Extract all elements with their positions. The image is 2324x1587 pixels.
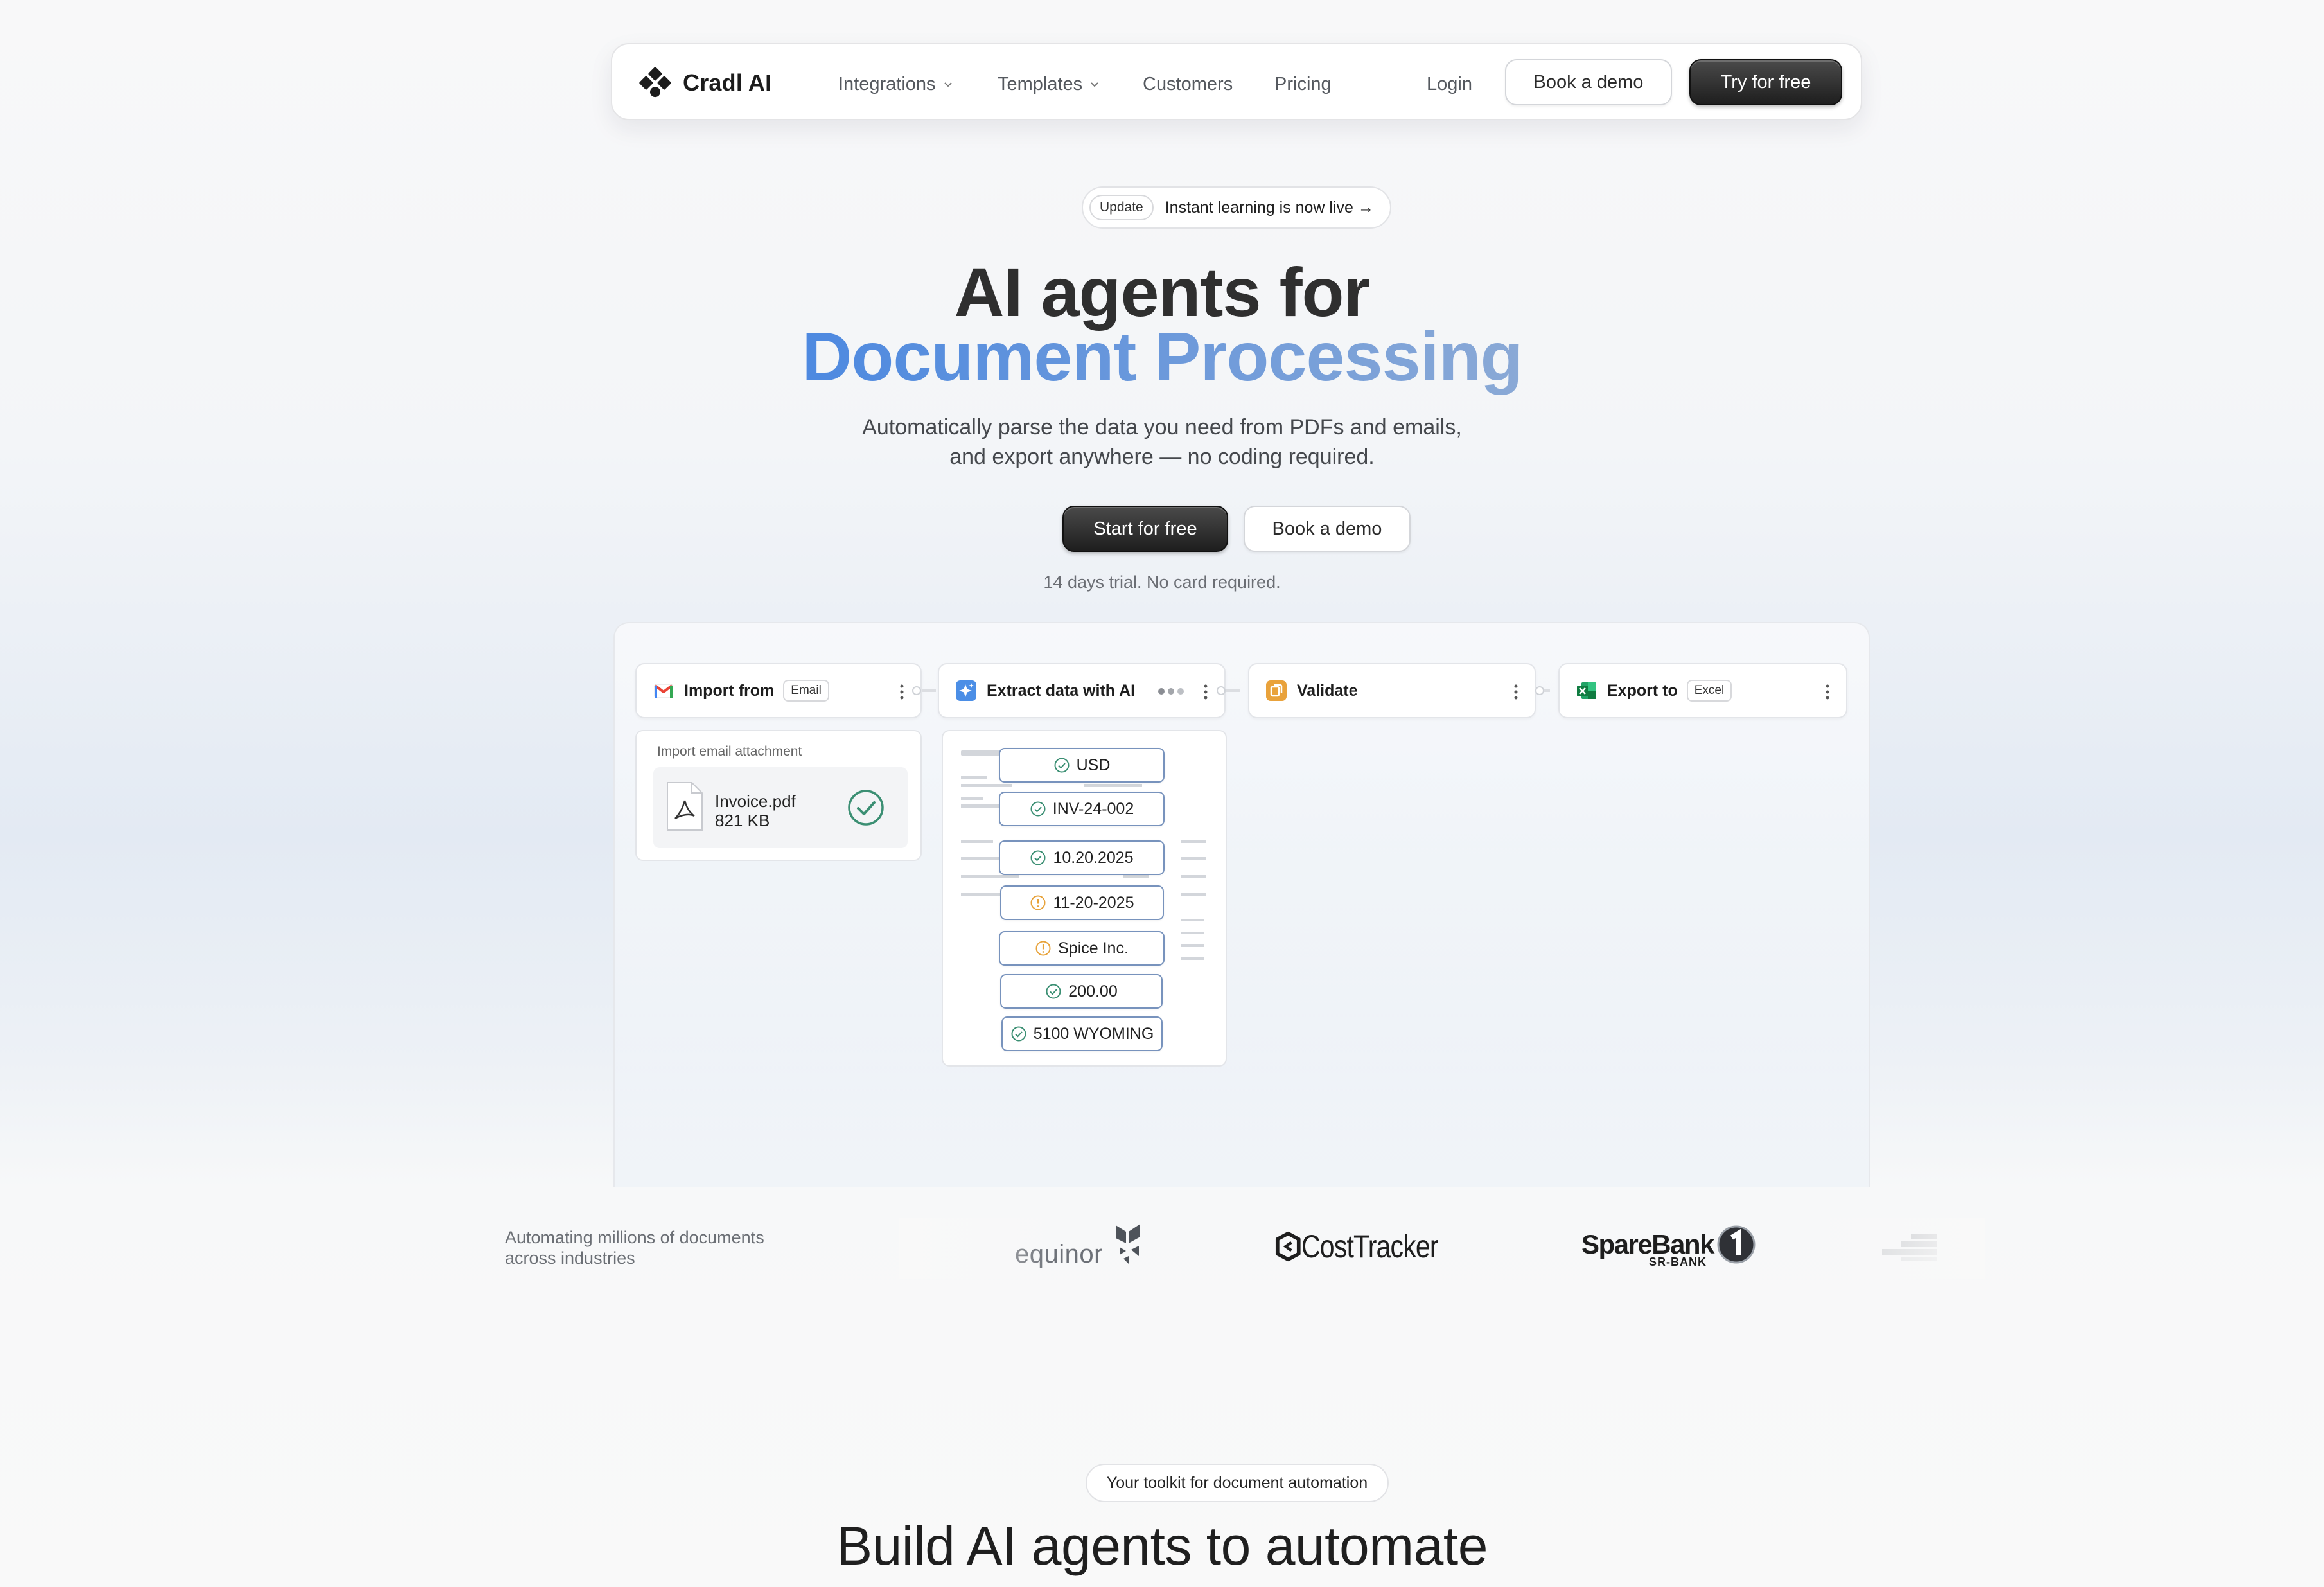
file-info: Invoice.pdf 821 KB xyxy=(715,792,796,830)
connector-dot xyxy=(912,686,921,695)
sparebank-logo: SpareBank SR-BANK xyxy=(1581,1218,1761,1275)
connector-dot xyxy=(1535,686,1544,695)
announcement-pill[interactable]: Update Instant learning is now live → xyxy=(1082,186,1391,229)
hero-subtitle-line2: and export anywhere — no coding required… xyxy=(949,445,1375,469)
extracted-field[interactable]: INV-24-002 xyxy=(999,792,1165,826)
file-size: 821 KB xyxy=(715,811,770,830)
extracted-field[interactable]: USD xyxy=(999,748,1165,783)
extracted-field[interactable]: 11-20-2025 xyxy=(1000,885,1164,920)
brand-name: Cradl AI xyxy=(683,69,772,96)
hero-subtitle: Automatically parse the data you need fr… xyxy=(0,412,2324,472)
nav-templates[interactable]: Templates xyxy=(998,70,1100,98)
chevron-down-icon xyxy=(944,82,952,87)
logo-fade-left xyxy=(899,1218,1053,1279)
connector-dot xyxy=(1217,686,1226,695)
top-navbar: Cradl AI Integrations Templates Customer… xyxy=(611,43,1862,120)
more-options-icon[interactable] xyxy=(1514,684,1518,700)
step-import-label: Import from xyxy=(684,681,775,700)
warning-circle-icon xyxy=(1030,895,1046,910)
connector-line xyxy=(1226,689,1240,692)
logo-caption-line2: across industries xyxy=(505,1248,635,1268)
nav-templates-label: Templates xyxy=(998,73,1083,94)
field-value: 10.20.2025 xyxy=(1053,848,1134,867)
check-circle-icon xyxy=(1046,984,1061,999)
sparkle-icon xyxy=(956,680,976,701)
step-validate[interactable]: Validate xyxy=(1248,663,1536,718)
extracted-field[interactable]: 10.20.2025 xyxy=(999,840,1165,875)
logo-fade-right xyxy=(1818,1218,1985,1279)
nav-customers[interactable]: Customers xyxy=(1143,70,1233,98)
costtracker-logo: CostTracker xyxy=(1275,1218,1468,1275)
costtracker-wordmark: CostTracker xyxy=(1301,1228,1439,1264)
loading-dots-icon xyxy=(1158,688,1184,695)
equinor-symbol-icon xyxy=(1115,1224,1140,1264)
extracted-field[interactable]: 200.00 xyxy=(1000,974,1163,1009)
more-options-icon[interactable] xyxy=(1826,684,1829,700)
step-validate-label: Validate xyxy=(1297,681,1358,700)
field-value: 11-20-2025 xyxy=(1053,893,1134,912)
brand[interactable]: Cradl AI xyxy=(638,64,771,102)
gmail-icon xyxy=(654,684,673,698)
source-tag[interactable]: Email xyxy=(783,680,829,702)
logo-strip-caption: Automating millions of documents across … xyxy=(505,1227,764,1268)
book-demo-button[interactable]: Book a demo xyxy=(1505,59,1672,105)
sr-bank-wordmark: SR-BANK xyxy=(1649,1255,1707,1268)
more-options-icon[interactable] xyxy=(900,684,904,700)
warning-circle-icon xyxy=(1035,941,1051,956)
hero-subtitle-line1: Automatically parse the data you need fr… xyxy=(862,415,1462,439)
hero-book-demo-button[interactable]: Book a demo xyxy=(1244,506,1411,552)
destination-tag[interactable]: Excel xyxy=(1686,680,1732,702)
check-circle-icon xyxy=(1030,850,1046,865)
import-attachment-card: Import email attachment Invoice.pdf 821 … xyxy=(635,730,922,861)
cradl-logo-icon xyxy=(639,67,671,98)
nav-customers-label: Customers xyxy=(1143,73,1233,94)
field-value: INV-24-002 xyxy=(1052,799,1134,818)
chevron-down-icon xyxy=(1091,82,1098,87)
start-free-button[interactable]: Start for free xyxy=(1062,506,1228,552)
file-name: Invoice.pdf xyxy=(715,792,796,811)
update-badge: Update xyxy=(1089,195,1154,220)
login-label: Login xyxy=(1427,73,1472,94)
logo-caption-line1: Automating millions of documents xyxy=(505,1228,764,1247)
step-extract[interactable]: Extract data with AI xyxy=(938,663,1226,718)
extracted-field[interactable]: 5100 WYOMING xyxy=(1001,1016,1163,1051)
connector-line xyxy=(922,689,936,692)
field-value: Spice Inc. xyxy=(1058,939,1129,957)
field-value: USD xyxy=(1076,756,1111,774)
hero-title-highlight: Document Processing xyxy=(802,317,1522,395)
excel-icon xyxy=(1577,682,1596,699)
extracted-field[interactable]: Spice Inc. xyxy=(999,931,1165,966)
nav-integrations-label: Integrations xyxy=(838,73,936,94)
hero-title-line2: Document Processing xyxy=(0,316,2324,396)
trial-note: 14 days trial. No card required. xyxy=(1043,572,1281,592)
file-item[interactable]: Invoice.pdf 821 KB xyxy=(653,767,908,848)
toolkit-pill: Your toolkit for document automation xyxy=(1086,1464,1389,1502)
nav-integrations[interactable]: Integrations xyxy=(838,70,954,98)
validate-icon xyxy=(1266,680,1287,701)
nav-pricing[interactable]: Pricing xyxy=(1274,70,1332,98)
try-free-button[interactable]: Try for free xyxy=(1689,59,1842,105)
announcement-text: Instant learning is now live → xyxy=(1165,198,1374,217)
success-check-icon xyxy=(848,790,884,826)
step-export-label: Export to xyxy=(1607,681,1678,700)
sparebank-one-icon xyxy=(1717,1225,1756,1263)
field-value: 5100 WYOMING xyxy=(1033,1024,1154,1043)
pdf-file-icon xyxy=(667,782,703,831)
field-value: 200.00 xyxy=(1068,982,1118,1000)
import-caption: Import email attachment xyxy=(657,744,802,759)
costtracker-hex-icon xyxy=(1275,1231,1301,1262)
check-circle-icon xyxy=(1011,1026,1026,1042)
more-options-icon[interactable] xyxy=(1204,684,1208,700)
step-extract-label: Extract data with AI xyxy=(987,681,1136,700)
step-import[interactable]: Import from Email xyxy=(635,663,922,718)
section-heading: Build AI agents to automate xyxy=(836,1516,1488,1576)
check-circle-icon xyxy=(1030,801,1046,817)
login-link[interactable]: Login xyxy=(1427,70,1472,98)
check-circle-icon xyxy=(1054,758,1070,773)
nav-pricing-label: Pricing xyxy=(1274,73,1332,94)
step-export[interactable]: Export to Excel xyxy=(1558,663,1847,718)
